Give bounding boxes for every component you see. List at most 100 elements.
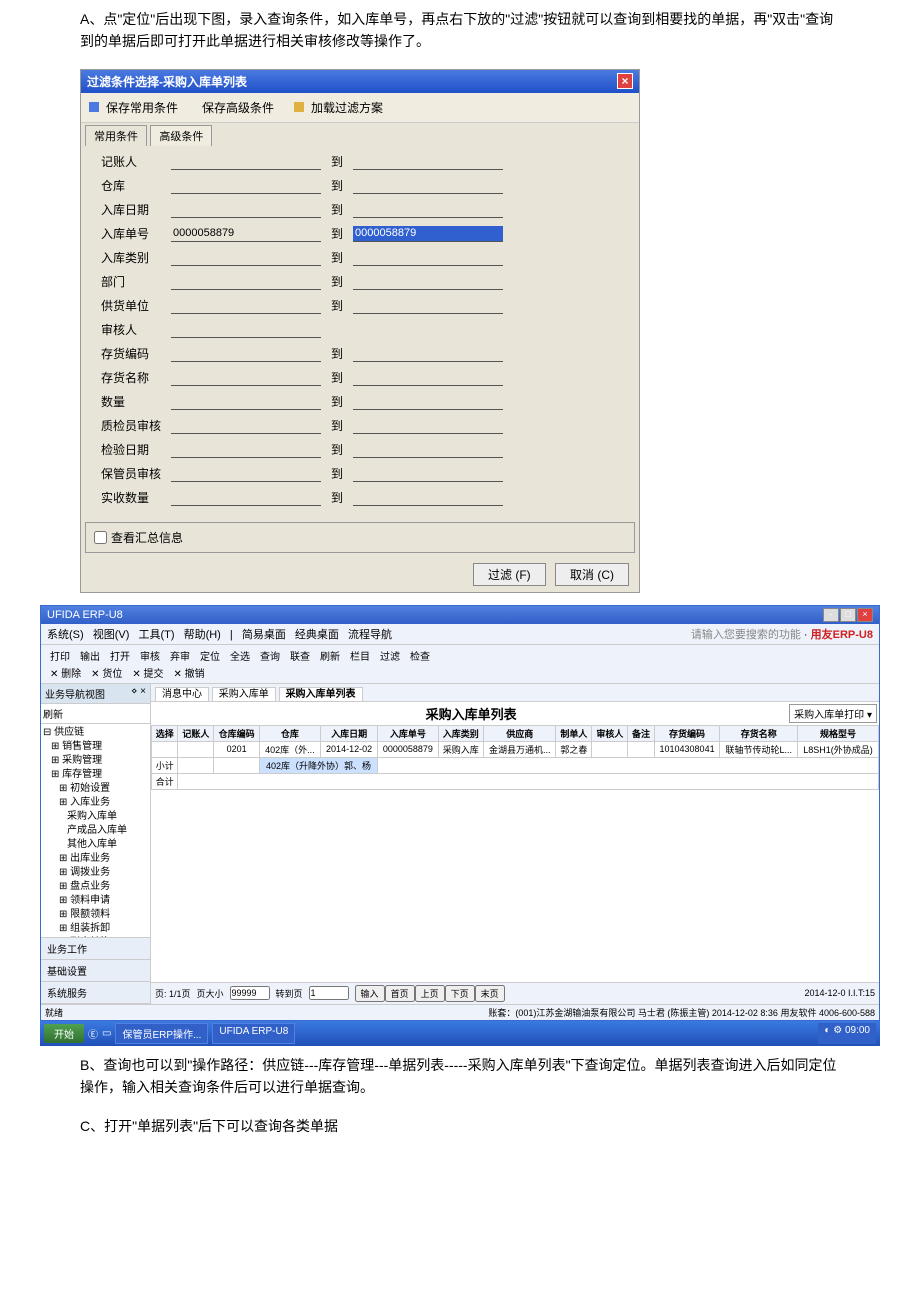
keeper-from[interactable] xyxy=(171,466,321,482)
intype-to[interactable] xyxy=(353,250,503,266)
intype-from[interactable] xyxy=(171,250,321,266)
inno-from[interactable] xyxy=(171,226,321,242)
col-header[interactable]: 存货名称 xyxy=(720,725,798,741)
tree-node[interactable]: ⊞ 库存管理 xyxy=(43,768,148,782)
pager-首页[interactable]: 首页 xyxy=(385,985,415,1002)
indate-from[interactable] xyxy=(171,202,321,218)
toolbar-刷新[interactable]: 刷新 xyxy=(317,647,343,664)
recorder-to[interactable] xyxy=(353,154,503,170)
col-header[interactable]: 备注 xyxy=(628,725,654,741)
dept-from[interactable] xyxy=(171,274,321,290)
sidebar-pin-icon[interactable]: ⋄ × xyxy=(131,686,146,701)
tree-node[interactable]: ⊞ 入库业务 xyxy=(43,796,148,810)
pager-输入[interactable]: 输入 xyxy=(355,985,385,1002)
tab-message-center[interactable]: 消息中心 xyxy=(155,687,209,702)
sidebar-btn-业务工作[interactable]: 业务工作 xyxy=(41,938,150,960)
toolbar-查询[interactable]: 查询 xyxy=(257,647,283,664)
dialog-close-button[interactable]: × xyxy=(617,73,633,89)
sidebar-refresh[interactable]: 刷新 xyxy=(41,704,150,724)
toolbar-货位[interactable]: ✕ 货位 xyxy=(88,664,125,681)
col-header[interactable]: 仓库 xyxy=(259,725,320,741)
chkdate-from[interactable] xyxy=(171,442,321,458)
supplier-to[interactable] xyxy=(353,298,503,314)
tree-node[interactable]: 产成品入库单 xyxy=(43,824,148,838)
col-header[interactable]: 存货编码 xyxy=(654,725,720,741)
toolbar-联查[interactable]: 联查 xyxy=(287,647,313,664)
col-header[interactable]: 仓库编码 xyxy=(214,725,259,741)
col-header[interactable]: 选择 xyxy=(152,725,178,741)
toolbar-栏目[interactable]: 栏目 xyxy=(347,647,373,664)
indate-to[interactable] xyxy=(353,202,503,218)
app-close-button[interactable]: × xyxy=(857,608,873,622)
save-common-button[interactable]: 保存常用条件 xyxy=(85,95,186,120)
tab-receipt-list[interactable]: 采购入库单列表 xyxy=(279,687,363,702)
col-header[interactable]: 入库类别 xyxy=(438,725,483,741)
toolbar-弃审[interactable]: 弃审 xyxy=(167,647,193,664)
print-dropdown[interactable]: 采购入库单打印 ▾ xyxy=(789,704,877,723)
toolbar-审核[interactable]: 审核 xyxy=(137,647,163,664)
page-size-input[interactable] xyxy=(230,986,270,1000)
dept-to[interactable] xyxy=(353,274,503,290)
chkdate-to[interactable] xyxy=(353,442,503,458)
tree-node[interactable]: 其他入库单 xyxy=(43,838,148,852)
quicklaunch-ie-icon[interactable]: Ⓔ xyxy=(88,1026,98,1041)
tree-node[interactable]: ⊞ 采购管理 xyxy=(43,754,148,768)
task-item-1[interactable]: 保管员ERP操作... xyxy=(115,1023,208,1044)
invcode-to[interactable] xyxy=(353,346,503,362)
sidebar-btn-系统服务[interactable]: 系统服务 xyxy=(41,982,150,1004)
cancel-button[interactable]: 取消 (C) xyxy=(555,563,629,586)
save-adv-button[interactable]: 保存高级条件 xyxy=(198,95,278,120)
summary-checkbox[interactable] xyxy=(94,531,107,544)
tree-root[interactable]: ⊟ 供应链 xyxy=(43,726,148,740)
col-header[interactable]: 规格型号 xyxy=(798,725,879,741)
col-header[interactable]: 入库单号 xyxy=(378,725,438,741)
pager-上页[interactable]: 上页 xyxy=(415,985,445,1002)
toolbar-撤销[interactable]: ✕ 撤销 xyxy=(171,664,208,681)
recorder-from[interactable] xyxy=(171,154,321,170)
warehouse-to[interactable] xyxy=(353,178,503,194)
invname-from[interactable] xyxy=(171,370,321,386)
tab-common[interactable]: 常用条件 xyxy=(85,125,147,146)
tree-node[interactable]: ⊞ 盘点业务 xyxy=(43,880,148,894)
start-button[interactable]: 开始 xyxy=(44,1024,84,1043)
col-header[interactable]: 供应商 xyxy=(484,725,556,741)
load-plan-button[interactable]: 加载过滤方案 xyxy=(290,95,391,120)
pager-末页[interactable]: 末页 xyxy=(475,985,505,1002)
pager-下页[interactable]: 下页 xyxy=(445,985,475,1002)
table-row[interactable]: 0201402库（外...2014-12-020000058879采购入库金湖县… xyxy=(152,741,879,757)
tree-node[interactable]: ⊞ 调拨业务 xyxy=(43,866,148,880)
toolbar-定位[interactable]: 定位 xyxy=(197,647,223,664)
toolbar-删除[interactable]: ✕ 删除 xyxy=(47,664,84,681)
menu-nav[interactable]: 流程导航 xyxy=(348,629,392,641)
toolbar-打开[interactable]: 打开 xyxy=(107,647,133,664)
toolbar-提交[interactable]: ✕ 提交 xyxy=(129,664,166,681)
toolbar-过滤[interactable]: 过滤 xyxy=(377,647,403,664)
toolbar-检查[interactable]: 检查 xyxy=(407,647,433,664)
tab-receipt[interactable]: 采购入库单 xyxy=(212,687,276,702)
maximize-button[interactable]: □ xyxy=(840,608,856,622)
goto-page-input[interactable] xyxy=(309,986,349,1000)
sidebar-btn-基础设置[interactable]: 基础设置 xyxy=(41,960,150,982)
tree-node[interactable]: ⊞ 组装拆卸 xyxy=(43,922,148,936)
tree-node[interactable]: ⊞ 销售管理 xyxy=(43,740,148,754)
quicklaunch-desktop-icon[interactable]: ▭ xyxy=(102,1028,111,1039)
col-header[interactable]: 审核人 xyxy=(592,725,628,741)
menu-simple[interactable]: 简易桌面 xyxy=(242,629,286,641)
tab-advanced[interactable]: 高级条件 xyxy=(150,125,212,146)
menu-help[interactable]: 帮助(H) xyxy=(184,629,221,641)
menu-tool[interactable]: 工具(T) xyxy=(138,629,174,641)
tree-node[interactable]: ⊞ 初始设置 xyxy=(43,782,148,796)
keeper-to[interactable] xyxy=(353,466,503,482)
qty-to[interactable] xyxy=(353,394,503,410)
invcode-from[interactable] xyxy=(171,346,321,362)
menu-system[interactable]: 系统(S) xyxy=(47,629,84,641)
invname-to[interactable] xyxy=(353,370,503,386)
supplier-from[interactable] xyxy=(171,298,321,314)
filter-button[interactable]: 过滤 (F) xyxy=(473,563,546,586)
toolbar-输出[interactable]: 输出 xyxy=(77,647,103,664)
col-header[interactable]: 入库日期 xyxy=(320,725,377,741)
tree-node[interactable]: ⊞ 领料申请 xyxy=(43,894,148,908)
inno-to[interactable] xyxy=(353,226,503,242)
col-header[interactable]: 记账人 xyxy=(178,725,214,741)
task-item-2[interactable]: UFIDA ERP-U8 xyxy=(212,1023,295,1044)
